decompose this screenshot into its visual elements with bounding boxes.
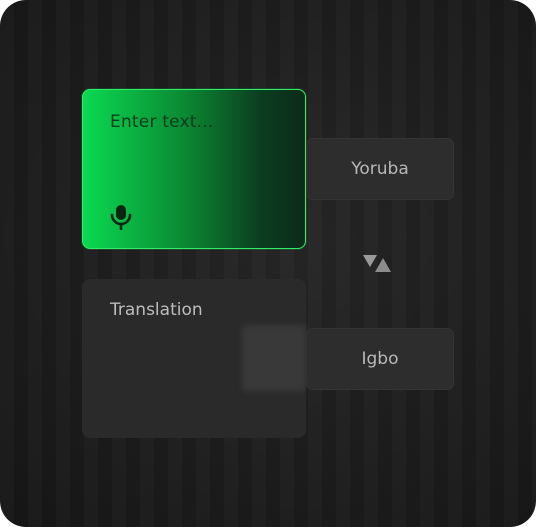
translation-label: Translation xyxy=(110,300,203,320)
source-language-button[interactable]: Yoruba xyxy=(306,138,454,200)
swap-languages-icon[interactable] xyxy=(361,253,393,275)
translator-panel: Enter text... Yoruba Translation Igbo xyxy=(0,0,536,527)
target-language-button[interactable]: Igbo xyxy=(306,328,454,390)
source-language-label: Yoruba xyxy=(351,159,409,179)
text-input-placeholder[interactable]: Enter text... xyxy=(110,112,213,132)
glass-overlay xyxy=(242,325,306,391)
text-input-card[interactable]: Enter text... xyxy=(82,89,306,249)
microphone-icon[interactable] xyxy=(110,204,132,230)
target-language-label: Igbo xyxy=(361,349,399,369)
